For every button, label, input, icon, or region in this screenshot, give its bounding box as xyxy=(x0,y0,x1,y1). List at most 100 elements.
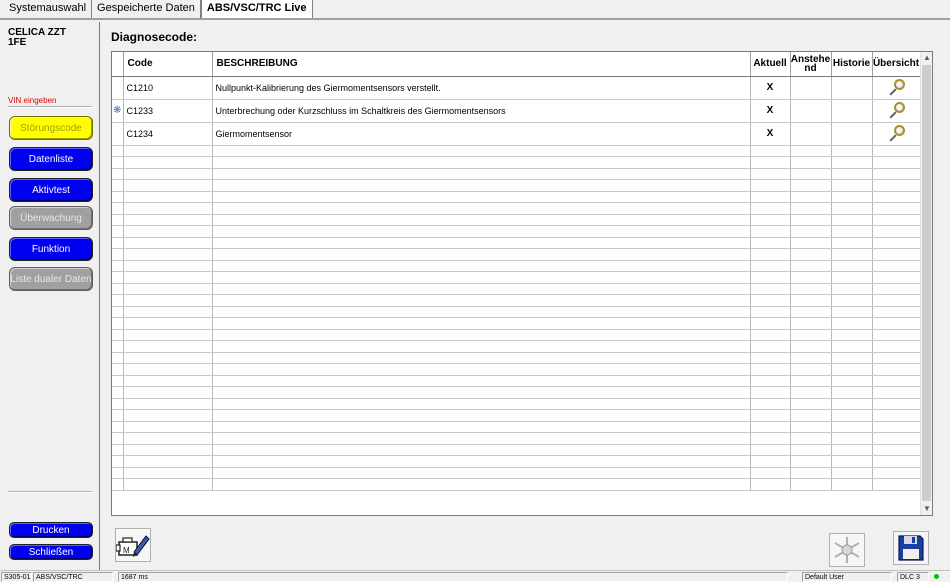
header-current[interactable]: Aktuell xyxy=(750,52,791,77)
row-marker xyxy=(112,122,124,146)
empty-table-row xyxy=(112,398,921,410)
row-code: C1210 xyxy=(123,76,213,100)
empty-table-row xyxy=(112,455,921,468)
empty-table-row xyxy=(112,421,921,433)
snowflake-button[interactable] xyxy=(829,533,865,567)
datenliste-button[interactable]: Datenliste xyxy=(9,147,93,171)
row-pending xyxy=(790,76,832,100)
empty-table-row xyxy=(112,386,921,399)
row-history xyxy=(831,76,873,100)
scroll-down-icon[interactable]: ▼ xyxy=(921,503,932,515)
engine-check-button[interactable]: M xyxy=(115,528,151,562)
ueberwachung-button[interactable]: Überwachung xyxy=(9,206,93,230)
vin-link[interactable]: VIN eingeben xyxy=(8,96,56,105)
empty-table-row xyxy=(112,363,921,376)
table-header-row: Code BESCHREIBUNG Aktuell Anstehe nd His… xyxy=(112,52,921,77)
empty-table-row xyxy=(112,432,921,445)
empty-table-row xyxy=(112,306,921,318)
page-title: Diagnosecode: xyxy=(111,30,198,44)
empty-table-row xyxy=(112,317,921,330)
status-user: Default User xyxy=(802,572,892,582)
drucken-button[interactable]: Drucken xyxy=(9,522,93,538)
dtc-grid: Code BESCHREIBUNG Aktuell Anstehe nd His… xyxy=(112,52,921,491)
header-pending[interactable]: Anstehe nd xyxy=(790,52,832,77)
empty-table-row xyxy=(112,478,921,491)
scroll-thumb[interactable] xyxy=(922,65,931,501)
empty-table-row xyxy=(112,260,921,272)
row-history xyxy=(831,122,873,146)
empty-table-row xyxy=(112,340,921,353)
header-description[interactable]: BESCHREIBUNG xyxy=(212,52,751,77)
empty-table-row xyxy=(112,179,921,192)
empty-table-row xyxy=(112,444,921,456)
empty-table-row xyxy=(112,237,921,249)
row-description: Unterbrechung oder Kurzschluss im Schalt… xyxy=(212,99,751,123)
row-pending xyxy=(790,122,832,146)
row-current: X xyxy=(750,76,791,100)
floppy-disk-icon xyxy=(898,535,924,561)
schliessen-button[interactable]: Schließen xyxy=(9,544,93,560)
gear-icon: ❋ xyxy=(113,105,122,116)
empty-table-row xyxy=(112,283,921,295)
connection-status-icon xyxy=(934,574,939,579)
tab-abs-vsc-trc-live[interactable]: ABS/VSC/TRC Live xyxy=(200,0,313,18)
header-history[interactable]: Historie xyxy=(831,52,873,77)
row-overview[interactable] xyxy=(872,76,921,100)
empty-table-row xyxy=(112,271,921,284)
funktion-button[interactable]: Funktion xyxy=(9,237,93,261)
row-code: C1234 xyxy=(123,122,213,146)
left-sidebar: CELICA ZZT 1FE VIN eingeben Störungscode… xyxy=(0,22,100,570)
vehicle-info: CELICA ZZT 1FE xyxy=(8,28,66,48)
empty-table-row xyxy=(112,214,921,226)
status-timing: 1687 ms xyxy=(118,572,788,582)
svg-text:M: M xyxy=(123,546,130,555)
status-bar: S305-01 ABS/VSC/TRC 1687 ms Default User… xyxy=(0,570,950,582)
row-marker xyxy=(112,76,124,100)
row-history xyxy=(831,99,873,123)
empty-table-row xyxy=(112,294,921,307)
empty-table-row xyxy=(112,467,921,479)
table-row[interactable]: ❋ C1233 Unterbrechung oder Kurzschluss im … xyxy=(112,99,921,123)
empty-table-row xyxy=(112,168,921,180)
row-current: X xyxy=(750,122,791,146)
magnifier-icon[interactable] xyxy=(885,101,907,121)
sidebar-divider xyxy=(8,106,92,108)
row-marker: ❋ xyxy=(112,99,124,123)
row-code: C1233 xyxy=(123,99,213,123)
empty-table-row xyxy=(112,145,921,157)
empty-table-row xyxy=(112,248,921,261)
save-button[interactable] xyxy=(893,531,929,565)
row-overview[interactable] xyxy=(872,122,921,146)
table-row[interactable]: C1234 Giermomentsensor X xyxy=(112,122,921,146)
row-pending xyxy=(790,99,832,123)
table-row[interactable]: C1210 Nullpunkt-Kalibrierung des Giermome… xyxy=(112,76,921,100)
magnifier-icon[interactable] xyxy=(885,124,907,144)
sidebar-divider xyxy=(8,491,92,493)
empty-table-row xyxy=(112,375,921,387)
vertical-scrollbar[interactable]: ▲ ▼ xyxy=(920,52,932,515)
engine-pen-icon: M xyxy=(116,535,150,557)
row-description: Giermomentsensor xyxy=(212,122,751,146)
liste-dualer-daten-button[interactable]: Liste dualer Daten xyxy=(9,267,93,291)
empty-table-row xyxy=(112,156,921,169)
status-id: S305-01 xyxy=(1,572,32,582)
status-system: ABS/VSC/TRC xyxy=(33,572,113,582)
tab-systemauswahl[interactable]: Systemauswahl xyxy=(4,0,93,18)
aktivtest-button[interactable]: Aktivtest xyxy=(9,178,93,202)
empty-table-row xyxy=(112,352,921,364)
status-connection: DLC 3 xyxy=(897,572,929,582)
row-current: X xyxy=(750,99,791,123)
tab-gespeicherte-daten[interactable]: Gespeicherte Daten xyxy=(92,0,201,18)
empty-table-row xyxy=(112,225,921,238)
diagnose-code-table: Code BESCHREIBUNG Aktuell Anstehe nd His… xyxy=(111,51,933,516)
header-overview[interactable]: Übersicht xyxy=(872,52,921,77)
row-description: Nullpunkt-Kalibrierung des Giermomentsen… xyxy=(212,76,751,100)
magnifier-icon[interactable] xyxy=(885,78,907,98)
header-code[interactable]: Code xyxy=(123,52,213,77)
top-tab-bar: Systemauswahl Gespeicherte Daten ABS/VSC… xyxy=(0,0,950,20)
stoerungscode-button[interactable]: Störungscode xyxy=(9,116,93,140)
scroll-up-icon[interactable]: ▲ xyxy=(921,52,932,64)
row-overview[interactable] xyxy=(872,99,921,123)
empty-table-row xyxy=(112,329,921,341)
vehicle-engine: 1FE xyxy=(8,37,27,48)
